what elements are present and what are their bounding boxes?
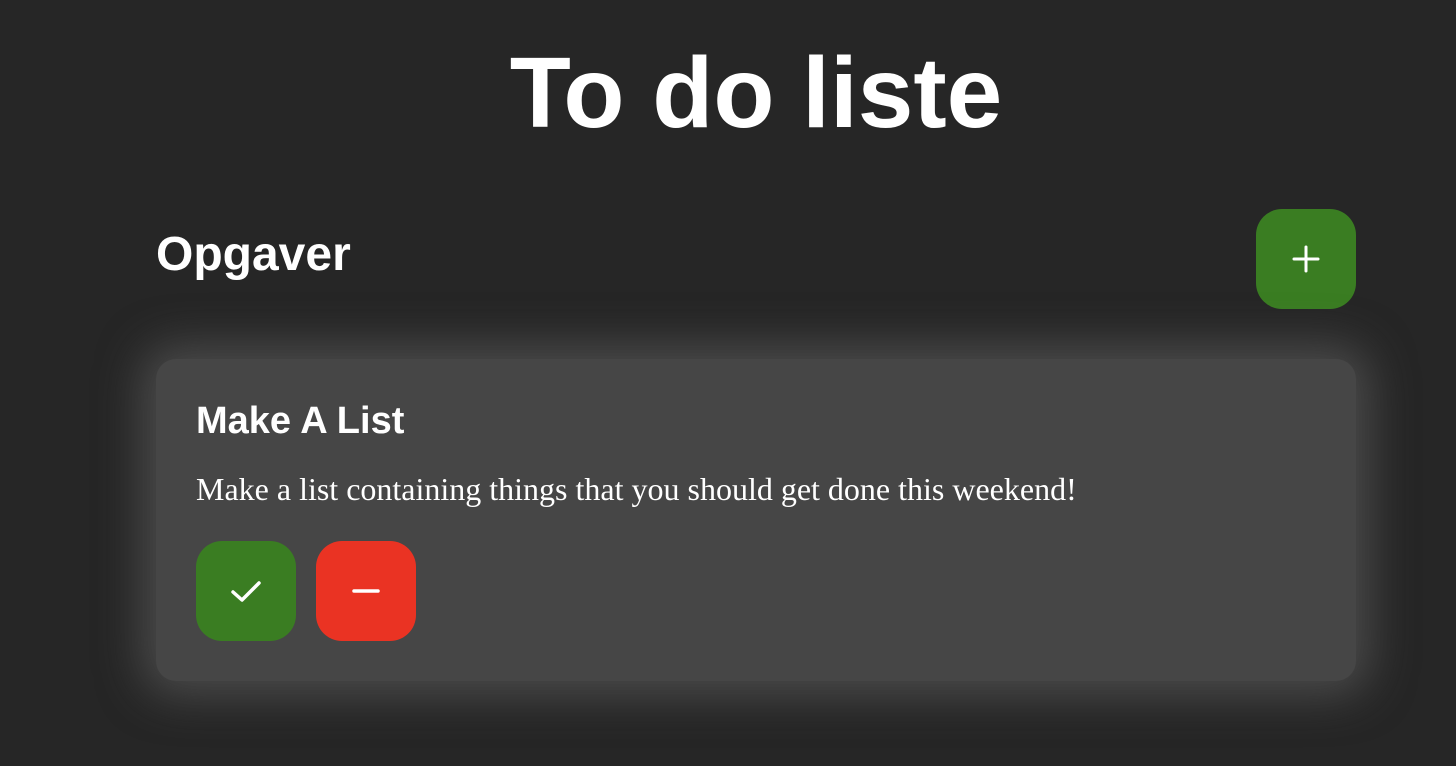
- task-card: Make A List Make a list containing thing…: [156, 359, 1356, 681]
- task-description: Make a list containing things that you s…: [196, 471, 1077, 507]
- plus-icon: [1291, 244, 1321, 274]
- complete-task-button[interactable]: [196, 541, 296, 641]
- tasks-section-title: Opgaver: [156, 228, 351, 281]
- minus-icon: [351, 586, 381, 596]
- tasks-section-header: Opgaver: [156, 209, 1356, 309]
- task-title: Make A List: [196, 400, 405, 442]
- delete-task-button[interactable]: [316, 541, 416, 641]
- add-task-button[interactable]: [1256, 209, 1356, 309]
- check-icon: [229, 577, 263, 605]
- page-title: To do liste: [509, 37, 1003, 149]
